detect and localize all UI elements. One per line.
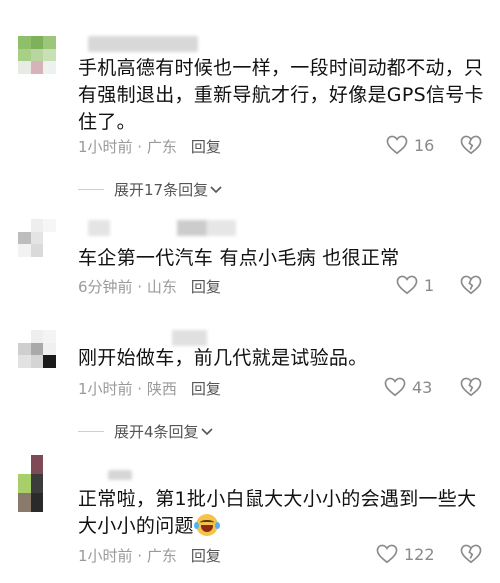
comment-meta: 1小时前 · 广东 回复 (78, 136, 221, 157)
like-count: 16 (414, 135, 435, 155)
time-location: 1小时前 · 广东 (78, 547, 177, 565)
divider (78, 431, 104, 432)
avatar[interactable] (18, 330, 56, 368)
username-blurred[interactable] (108, 470, 132, 480)
expand-replies-button[interactable]: 展开17条回复 (78, 179, 222, 200)
chevron-down-icon (210, 185, 222, 193)
time-location: 1小时前 · 广东 (78, 138, 177, 156)
comment-text: 手机高德有时候也一样，一段时间动都不动，只有强制退出，重新导航才行，好像是GPS… (78, 57, 484, 133)
like-button[interactable]: 1 (396, 275, 434, 295)
reply-button[interactable]: 回复 (191, 547, 221, 565)
username-blurred[interactable] (88, 220, 236, 236)
comment-text: 正常啦，第1批小白鼠大大小小的会遇到一些大大小小的问题 (78, 486, 488, 540)
rofl-emoji (193, 514, 220, 536)
like-button[interactable]: 16 (386, 135, 434, 155)
like-count: 43 (412, 377, 433, 397)
dislike-button[interactable] (460, 377, 482, 401)
comment-text: 刚开始做车，前几代就是试验品。 (78, 347, 368, 369)
reply-button[interactable]: 回复 (191, 138, 221, 156)
reply-button[interactable]: 回复 (191, 380, 221, 398)
broken-heart-icon (460, 275, 482, 295)
broken-heart-icon (460, 377, 482, 397)
chevron-down-icon (200, 427, 213, 435)
comment-text-content: 正常啦，第1批小白鼠大大小小的会遇到一些大大小小的问题 (78, 488, 477, 537)
avatar[interactable] (18, 219, 56, 257)
dislike-button[interactable] (460, 275, 482, 299)
avatar[interactable] (18, 455, 56, 512)
like-count: 1 (424, 275, 435, 295)
avatar[interactable] (18, 36, 56, 74)
like-count: 122 (404, 544, 435, 564)
comment-meta: 1小时前 · 陕西 回复 (78, 378, 221, 399)
heart-outline-icon (376, 544, 398, 564)
dislike-button[interactable] (460, 135, 482, 159)
heart-outline-icon (384, 377, 406, 397)
time-location: 6分钟前 · 山东 (78, 278, 177, 296)
comment-meta: 6分钟前 · 山东 回复 (78, 276, 221, 297)
time-location: 1小时前 · 陕西 (78, 380, 177, 398)
heart-outline-icon (386, 135, 408, 155)
username-blurred[interactable] (88, 36, 198, 52)
comment-text: 车企第一代汽车 有点小毛病 也很正常 (78, 247, 400, 269)
broken-heart-icon (460, 544, 482, 564)
reply-button[interactable]: 回复 (191, 278, 221, 296)
like-button[interactable]: 43 (384, 377, 432, 397)
username-blurred[interactable] (88, 330, 228, 346)
divider (78, 189, 104, 190)
broken-heart-icon (460, 135, 482, 155)
expand-label: 展开17条回复 (114, 181, 209, 199)
dislike-button[interactable] (460, 544, 482, 568)
like-button[interactable]: 122 (376, 544, 435, 564)
comment-meta: 1小时前 · 广东 回复 (78, 545, 221, 566)
expand-replies-button[interactable]: 展开4条回复 (78, 421, 213, 442)
heart-outline-icon (396, 275, 418, 295)
expand-label: 展开4条回复 (114, 423, 199, 441)
